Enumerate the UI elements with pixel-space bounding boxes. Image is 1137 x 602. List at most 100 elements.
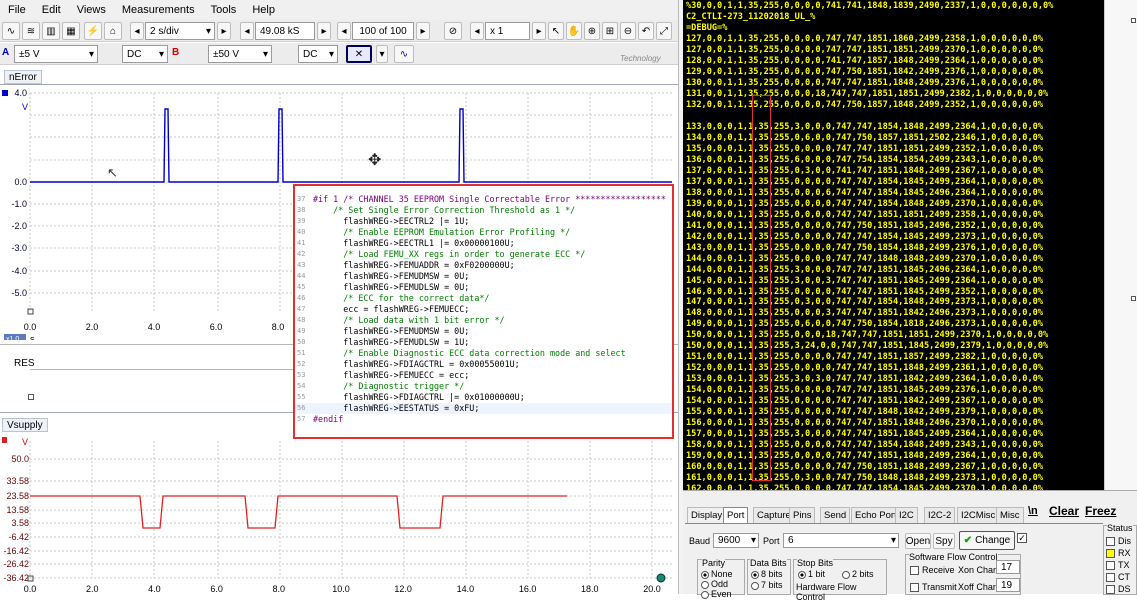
samples-prev-icon[interactable]: ◂ — [240, 22, 254, 40]
code-line[interactable]: 54 /* Diagnostic trigger */ — [295, 381, 672, 392]
code-line[interactable]: 53 flashWREG->FEMUECC = ecc; — [295, 370, 672, 381]
trigger-wizard-icon[interactable]: ⚡ — [84, 22, 102, 40]
xoff-input[interactable]: 19 — [996, 578, 1020, 592]
code-line[interactable]: 44 flashWREG->FEMUDMSW = 0U; — [295, 271, 672, 282]
zoom-select[interactable]: x 1 — [485, 22, 530, 40]
code-line[interactable]: 43 flashWREG->FEMUADDR = 0xF0200000U; — [295, 260, 672, 271]
tab-echo-port[interactable]: Echo Port — [851, 507, 901, 523]
zoom-prev-icon[interactable]: ◂ — [470, 22, 484, 40]
tab-i2c[interactable]: I2C — [895, 507, 918, 523]
change-button[interactable]: ✔ Change — [959, 531, 1015, 550]
persistence-icon[interactable]: ≋ — [22, 22, 40, 40]
menu-tools[interactable]: Tools — [203, 4, 245, 16]
code-line[interactable]: 50 flashWREG->FEMUDLSW = 1U; — [295, 337, 672, 348]
channel-a-range-select[interactable]: ±5 V ▾ — [14, 45, 98, 63]
undo-zoom-icon[interactable]: ↶ — [638, 22, 654, 40]
code-line[interactable]: 39 flashWREG->EECTRL2 |= 1U; — [295, 216, 672, 227]
tab-port[interactable]: Port — [723, 507, 749, 523]
parity-even-radio[interactable]: Even — [701, 589, 732, 599]
channel-a-marker[interactable] — [2, 90, 8, 96]
channel-b-coupling-select[interactable]: DC ▾ — [298, 45, 338, 63]
change-checkbox[interactable]: ✓ — [1017, 533, 1027, 543]
tab-misc[interactable]: Misc — [996, 507, 1024, 523]
baud-select[interactable]: 9600 ▾ — [713, 533, 759, 548]
zoom-out-icon[interactable]: ⊖ — [620, 22, 636, 40]
tab-i2c-2[interactable]: I2C-2 — [924, 507, 956, 523]
terminal-scrollbar[interactable] — [1104, 0, 1137, 490]
code-line[interactable]: 46 /* ECC for the correct data*/ — [295, 293, 672, 304]
capture-field[interactable]: 100 of 100 — [352, 22, 414, 40]
capture-prev-icon[interactable]: ◂ — [337, 22, 351, 40]
ref-waveform-icon[interactable]: ∿ — [394, 45, 414, 63]
code-line[interactable]: 47 ecc = flashWREG->FEMUECC; — [295, 304, 672, 315]
code-line[interactable]: 52 flashWREG->FDIAGCTRL = 0x00055001U; — [295, 359, 672, 370]
resize-handle[interactable] — [1131, 296, 1136, 301]
code-line[interactable]: 56 flashWREG->EESTATUS = 0xFU; — [295, 403, 672, 414]
parity-odd-radio[interactable]: Odd — [701, 579, 728, 589]
receive-checkbox[interactable]: Receive — [910, 565, 955, 576]
code-line[interactable]: 38 /* Set Single Error Correction Thresh… — [295, 205, 672, 216]
code-line[interactable]: 40 /* Enable EEPROM Emulation Error Prof… — [295, 227, 672, 238]
newline-toggle[interactable]: \n — [1028, 505, 1038, 517]
code-line[interactable]: 37 #if 1 /* CHANNEL 35 EEPROM Single Corr… — [295, 194, 672, 205]
res-handle[interactable] — [28, 394, 34, 400]
channel-a-coupling-select[interactable]: DC ▾ — [122, 45, 168, 63]
code-line[interactable]: 41 flashWREG->EECTRL1 |= 0x00000100U; — [295, 238, 672, 249]
panel-nerror-tab[interactable]: nError — [4, 70, 42, 84]
zoom-fit-icon[interactable]: ⤢ — [656, 22, 672, 40]
trigger-marker[interactable] — [656, 573, 666, 583]
code-line[interactable]: 51 /* Enable Diagnostic ECC data correct… — [295, 348, 672, 359]
code-line[interactable]: 45 flashWREG->FEMUDLSW = 0U; — [295, 282, 672, 293]
scope-mode-icon[interactable]: ∿ — [2, 22, 20, 40]
menu-views[interactable]: Views — [69, 4, 114, 16]
panel-vsupply-tab[interactable]: Vsupply — [2, 418, 48, 432]
code-line[interactable]: 57 #endif — [295, 414, 672, 425]
databits-7-radio[interactable]: 7 bits — [751, 580, 783, 590]
menu-file[interactable]: File — [0, 4, 34, 16]
menu-edit[interactable]: Edit — [34, 4, 69, 16]
freeze-button[interactable]: Freez — [1085, 504, 1116, 518]
pointer-icon[interactable]: ↖ — [548, 22, 564, 40]
xon-input[interactable]: 17 — [996, 560, 1020, 574]
spectrum-icon[interactable]: ▥ — [42, 22, 60, 40]
parity-none-radio[interactable]: None — [701, 569, 733, 579]
open-button[interactable]: Open — [905, 533, 931, 549]
vsupply-plot[interactable]: V 50.0 33.58 23.58 13.58 3.58 -6.42 -16.42 -26.4… — [0, 433, 678, 594]
timebase-prev-icon[interactable]: ◂ — [130, 22, 144, 40]
chevron-down-icon[interactable]: ▾ — [376, 45, 388, 63]
code-line[interactable]: 42 /* Load FEMU_XX regs in order to gene… — [295, 249, 672, 260]
tab-pins[interactable]: Pins — [789, 507, 816, 523]
terminal-output[interactable]: %30,0,0,1,1,35,255,0,0,0,0,741,741,1848,… — [683, 0, 1104, 490]
tab-send[interactable]: Send — [820, 507, 851, 523]
zoom-area-icon[interactable]: ⊞ — [602, 22, 618, 40]
samples-select[interactable]: 49.08 kS — [255, 22, 315, 40]
timebase-next-icon[interactable]: ▸ — [217, 22, 231, 40]
code-editor-overlay[interactable]: 37 #if 1 /* CHANNEL 35 EEPROM Single Corr… — [293, 184, 674, 439]
code-line[interactable]: 49 flashWREG->FEMUDMSW = 0U; — [295, 326, 672, 337]
tab-display[interactable]: Display — [687, 507, 727, 523]
clear-button[interactable]: Clear — [1049, 504, 1079, 518]
transmit-checkbox[interactable]: Transmit — [910, 582, 957, 593]
code-line[interactable]: 48 /* Load data with 1 bit error */ — [295, 315, 672, 326]
xy-icon[interactable]: ▦ — [62, 22, 80, 40]
stopbits-1-radio[interactable]: 1 bit — [798, 569, 825, 579]
capture-next-icon[interactable]: ▸ — [416, 22, 430, 40]
port-select[interactable]: 6 ▾ — [783, 533, 899, 548]
resize-handle[interactable] — [1131, 18, 1136, 23]
spy-button[interactable]: Spy — [933, 533, 955, 549]
databits-8-radio[interactable]: 8 bits — [751, 569, 783, 579]
menu-help[interactable]: Help — [244, 4, 283, 16]
channel-b-marker[interactable] — [2, 437, 7, 443]
menu-measurements[interactable]: Measurements — [114, 4, 203, 16]
home-icon[interactable]: ⌂ — [104, 22, 122, 40]
zoom-next-icon[interactable]: ▸ — [532, 22, 546, 40]
overview-icon[interactable]: ⊘ — [444, 22, 462, 40]
code-line[interactable]: 55 flashWREG->FDIAGCTRL |= 0x01000000U; — [295, 392, 672, 403]
zoom-in-icon[interactable]: ⊕ — [584, 22, 600, 40]
tab-i2cmisc[interactable]: I2CMisc — [957, 507, 1000, 523]
samples-next-icon[interactable]: ▸ — [317, 22, 331, 40]
math-channel-icon[interactable]: ✕ — [346, 45, 372, 63]
timebase-select[interactable]: 2 s/div ▾ — [145, 22, 215, 40]
hand-icon[interactable]: ✋ — [566, 22, 582, 40]
stopbits-2-radio[interactable]: 2 bits — [842, 569, 874, 579]
